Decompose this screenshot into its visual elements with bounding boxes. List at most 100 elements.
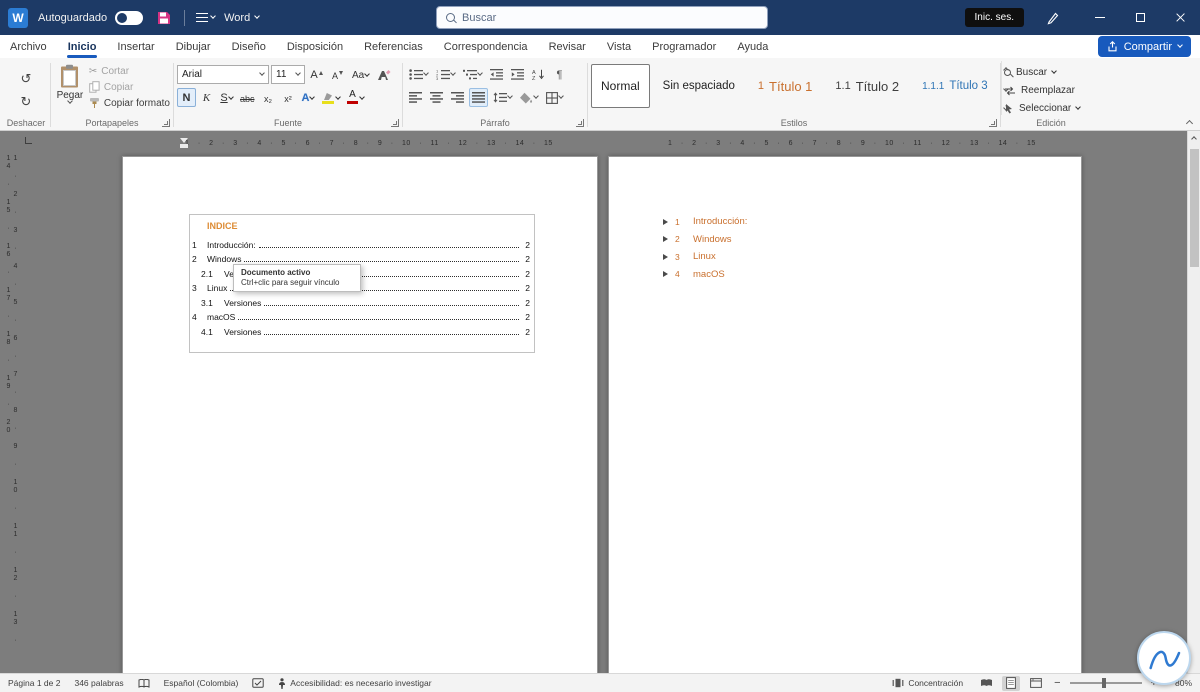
tab-inicio[interactable]: Inicio: [66, 41, 98, 58]
toc-entry[interactable]: 2 Windows 2: [190, 250, 534, 264]
zoom-slider-knob[interactable]: [1101, 678, 1106, 688]
format-painter-button[interactable]: Copiar formato: [89, 97, 170, 109]
align-left-button[interactable]: [406, 88, 425, 107]
sign-in-button[interactable]: Inic. ses.: [964, 8, 1024, 27]
collapse-triangle-icon[interactable]: [663, 218, 668, 225]
print-layout-button[interactable]: [1002, 675, 1021, 691]
minimize-button[interactable]: [1080, 0, 1120, 35]
heading-row[interactable]: 3 Linux: [663, 248, 747, 266]
tab-vista[interactable]: Vista: [607, 41, 631, 53]
zoom-slider[interactable]: [1069, 678, 1142, 688]
toc-entry[interactable]: 1 Introducción: 2: [190, 235, 534, 250]
dialog-launcher-icon[interactable]: [391, 119, 399, 127]
text-effects-button[interactable]: A: [299, 88, 318, 107]
tab-selector-icon[interactable]: [25, 137, 32, 144]
toc-entry[interactable]: 3.1 Versiones 2: [190, 293, 534, 308]
toc-entry[interactable]: 4 macOS 2: [190, 308, 534, 322]
style-card-normal[interactable]: Normal: [591, 64, 650, 108]
style-card-titulo-3[interactable]: 1.1.1 Título 3: [912, 64, 998, 108]
font-color-button[interactable]: A: [344, 88, 367, 107]
increase-indent-button[interactable]: [508, 65, 527, 84]
highlight-button[interactable]: [319, 88, 343, 107]
replace-button[interactable]: Reemplazar: [1004, 83, 1080, 98]
horizontal-ruler[interactable]: 1 · 2 · 3 · 4 · 5 · 6 · 7 · 8 · 9 · 10 ·…: [122, 137, 1082, 152]
heading-row[interactable]: 4 macOS: [663, 266, 747, 284]
justify-button[interactable]: [469, 88, 488, 107]
vertical-scrollbar[interactable]: [1187, 131, 1200, 673]
style-card-titulo-2[interactable]: 1.1 Título 2: [825, 64, 909, 108]
multilevel-list-button[interactable]: [460, 65, 485, 84]
align-right-button[interactable]: [448, 88, 467, 107]
paste-button[interactable]: Pegar: [54, 61, 86, 115]
search-input[interactable]: [462, 11, 758, 24]
scroll-up-icon[interactable]: [1188, 131, 1200, 144]
spellcheck-status[interactable]: [245, 678, 271, 688]
dialog-launcher-icon[interactable]: [162, 119, 170, 127]
collapse-triangle-icon[interactable]: [663, 236, 668, 243]
tab-diseno[interactable]: Diseño: [232, 41, 266, 53]
numbering-button[interactable]: 123: [433, 65, 458, 84]
ink-pen-icon[interactable]: [1040, 5, 1066, 31]
show-paragraph-marks-button[interactable]: ¶: [550, 65, 569, 84]
shrink-font-button[interactable]: A: [328, 65, 347, 84]
line-spacing-button[interactable]: [490, 88, 515, 107]
indent-marker[interactable]: [180, 138, 188, 148]
ink-floating-button[interactable]: [1137, 631, 1191, 685]
tab-dibujar[interactable]: Dibujar: [176, 41, 211, 53]
page-indicator[interactable]: Página 1 de 2: [8, 678, 67, 688]
collapse-triangle-icon[interactable]: [663, 253, 668, 260]
close-button[interactable]: [1160, 0, 1200, 35]
page-2[interactable]: 1 Introducción: 2 Windows 3 Linux 4 macO…: [608, 156, 1082, 673]
tab-programador[interactable]: Programador: [652, 41, 716, 53]
strikethrough-button[interactable]: abc: [237, 88, 258, 107]
style-card-sin-espaciado[interactable]: Sin espaciado: [653, 64, 745, 108]
grow-font-button[interactable]: A: [307, 65, 326, 84]
heading-row[interactable]: 2 Windows: [663, 231, 747, 249]
underline-button[interactable]: S: [217, 88, 236, 107]
font-size-combo[interactable]: 11: [271, 65, 305, 84]
share-button[interactable]: Compartir: [1097, 36, 1191, 57]
cut-button[interactable]: ✂ Cortar: [89, 66, 170, 77]
font-family-combo[interactable]: Arial: [177, 65, 269, 84]
word-count[interactable]: 346 palabras: [67, 678, 130, 688]
style-card-titulo-1[interactable]: 1 Título 1: [748, 64, 822, 108]
shading-button[interactable]: [517, 88, 541, 107]
scrollbar-thumb[interactable]: [1190, 149, 1199, 267]
zoom-out-button[interactable]: −: [1052, 677, 1062, 689]
search-box[interactable]: [436, 6, 768, 29]
maximize-button[interactable]: [1120, 0, 1160, 35]
language-indicator[interactable]: Español (Colombia): [157, 678, 246, 688]
bullets-button[interactable]: [406, 65, 431, 84]
change-case-button[interactable]: Aa: [349, 65, 372, 84]
dialog-launcher-icon[interactable]: [576, 119, 584, 127]
word-app-icon[interactable]: W: [8, 7, 28, 28]
copy-button[interactable]: Copiar: [89, 81, 170, 93]
focus-mode-button[interactable]: Concentración: [892, 678, 970, 688]
proofing-status[interactable]: [131, 678, 157, 688]
vertical-ruler[interactable]: 1 · 2 · 3 · 4 · 5 · 6 · 7 · 8 · 9 · 10 ·…: [5, 155, 18, 660]
clear-formatting-button[interactable]: [374, 65, 394, 84]
tab-referencias[interactable]: Referencias: [364, 41, 423, 53]
select-button[interactable]: Seleccionar: [1004, 101, 1082, 116]
tab-insertar[interactable]: Insertar: [117, 41, 154, 53]
collapse-triangle-icon[interactable]: [663, 271, 668, 278]
page-1[interactable]: INDICE 1 Introducción: 2 2 Windows 2 2.1…: [122, 156, 598, 673]
redo-button[interactable]: ↻: [15, 92, 37, 112]
accessibility-status[interactable]: Accesibilidad: es necesario investigar: [271, 677, 438, 689]
autosave-toggle[interactable]: [115, 10, 144, 25]
tab-disposicion[interactable]: Disposición: [287, 41, 343, 53]
collapse-ribbon-icon[interactable]: [1185, 119, 1194, 128]
align-center-button[interactable]: [427, 88, 446, 107]
decrease-indent-button[interactable]: [487, 65, 506, 84]
tab-correspondencia[interactable]: Correspondencia: [444, 41, 528, 53]
tab-ayuda[interactable]: Ayuda: [737, 41, 768, 53]
superscript-button[interactable]: x²: [279, 88, 298, 107]
bold-button[interactable]: N: [177, 88, 196, 107]
dialog-launcher-icon[interactable]: [989, 119, 997, 127]
subscript-button[interactable]: x₂: [259, 88, 278, 107]
tab-archivo[interactable]: Archivo: [10, 41, 47, 53]
find-button[interactable]: Buscar: [1004, 65, 1080, 80]
read-mode-button[interactable]: [977, 676, 995, 691]
heading-row[interactable]: 1 Introducción:: [663, 213, 747, 231]
borders-button[interactable]: [543, 88, 566, 107]
